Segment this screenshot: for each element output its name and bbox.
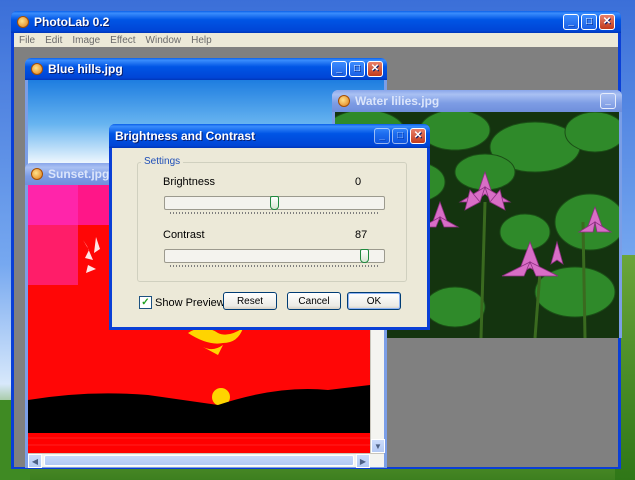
minimize-icon[interactable]: _ xyxy=(600,93,616,109)
brightness-slider-thumb[interactable] xyxy=(270,196,279,210)
blue-hills-title: Blue hills.jpg xyxy=(48,62,123,76)
brightness-contrast-dialog: Brightness and Contrast _ □ ✕ Settings B… xyxy=(109,124,430,330)
water-lilies-title-bar[interactable]: Water lilies.jpg _ xyxy=(332,90,622,112)
settings-group-label: Settings xyxy=(141,156,184,167)
maximize-icon: □ xyxy=(392,128,408,144)
cancel-button[interactable]: Cancel xyxy=(287,292,341,310)
app-icon xyxy=(338,95,350,107)
contrast-value: 87 xyxy=(355,229,368,241)
contrast-slider-ticks xyxy=(170,265,380,267)
close-icon[interactable]: ✕ xyxy=(599,14,615,30)
minimize-icon: _ xyxy=(374,128,390,144)
contrast-slider-track[interactable] xyxy=(164,249,385,263)
close-icon[interactable]: ✕ xyxy=(410,128,426,144)
contrast-slider-thumb[interactable] xyxy=(360,249,369,263)
sunset-horizontal-scrollbar[interactable]: ◀ ▶ xyxy=(28,453,384,468)
menu-image[interactable]: Image xyxy=(67,35,105,46)
brightness-value: 0 xyxy=(355,176,362,188)
reset-button[interactable]: Reset xyxy=(223,292,277,310)
main-title-bar[interactable]: PhotoLab 0.2 _ □ ✕ xyxy=(11,11,621,33)
menu-window[interactable]: Window xyxy=(141,35,187,46)
water-lilies-title: Water lilies.jpg xyxy=(355,94,440,108)
close-icon[interactable]: ✕ xyxy=(367,61,383,77)
app-icon xyxy=(17,16,29,28)
show-preview-checkbox[interactable]: ✓ Show Preview xyxy=(139,296,225,309)
scroll-arrow-icon[interactable]: ▶ xyxy=(356,454,370,468)
horizontal-scroll-thumb[interactable] xyxy=(44,455,354,466)
scroll-arrow-icon[interactable]: ◀ xyxy=(28,454,42,468)
app-title: PhotoLab 0.2 xyxy=(34,15,110,29)
app-icon xyxy=(31,63,43,75)
app-icon xyxy=(31,168,43,180)
brightness-slider-ticks xyxy=(170,212,380,214)
minimize-icon[interactable]: _ xyxy=(563,14,579,30)
checkmark-icon[interactable]: ✓ xyxy=(139,296,152,309)
contrast-label: Contrast xyxy=(163,229,205,241)
menu-edit[interactable]: Edit xyxy=(40,35,67,46)
brightness-label: Brightness xyxy=(163,176,215,188)
menu-help[interactable]: Help xyxy=(186,35,217,46)
maximize-icon[interactable]: □ xyxy=(581,14,597,30)
show-preview-label: Show Preview xyxy=(155,296,225,309)
scroll-arrow-icon[interactable]: ▼ xyxy=(371,439,385,453)
menu-bar: File Edit Image Effect Window Help xyxy=(14,33,618,47)
minimize-icon[interactable]: _ xyxy=(331,61,347,77)
maximize-icon[interactable]: □ xyxy=(349,61,365,77)
dialog-title-bar[interactable]: Brightness and Contrast _ □ ✕ xyxy=(109,124,430,148)
sunset-title: Sunset.jpg xyxy=(48,167,110,181)
blue-hills-title-bar[interactable]: Blue hills.jpg _ □ ✕ xyxy=(25,58,387,80)
brightness-slider-track[interactable] xyxy=(164,196,385,210)
menu-effect[interactable]: Effect xyxy=(105,35,140,46)
menu-file[interactable]: File xyxy=(14,35,40,46)
ok-button[interactable]: OK xyxy=(347,292,401,310)
dialog-title: Brightness and Contrast xyxy=(115,129,256,143)
